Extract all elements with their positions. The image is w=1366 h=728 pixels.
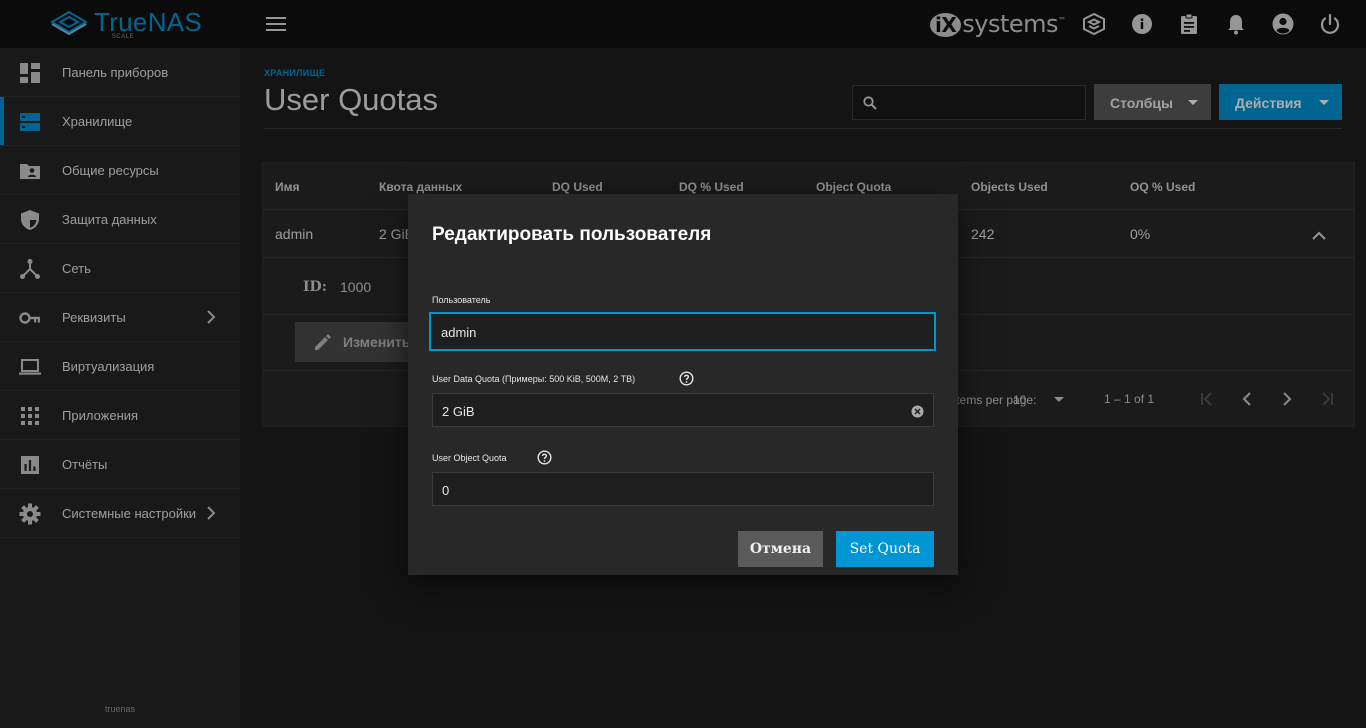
- object-quota-input[interactable]: 0: [432, 472, 934, 506]
- cancel-button[interactable]: Отмена: [738, 531, 823, 567]
- object-quota-label: User Object Quota: [432, 453, 507, 463]
- set-quota-button[interactable]: Set Quota: [836, 531, 934, 567]
- help-icon[interactable]: [537, 450, 552, 465]
- user-input[interactable]: admin: [429, 312, 936, 351]
- dialog-title: Редактировать пользователя: [432, 224, 712, 245]
- help-icon[interactable]: [679, 371, 694, 386]
- data-quota-input[interactable]: 2 GiB: [432, 393, 934, 427]
- data-quota-label: User Data Quota (Примеры: 500 KiB, 500M,…: [432, 374, 636, 384]
- user-field-label: Пользователь: [432, 295, 491, 305]
- data-quota-value: 2 GiB: [442, 404, 475, 419]
- edit-user-quota-dialog: Редактировать пользователя Пользователь …: [408, 194, 958, 575]
- clear-icon[interactable]: [911, 405, 924, 418]
